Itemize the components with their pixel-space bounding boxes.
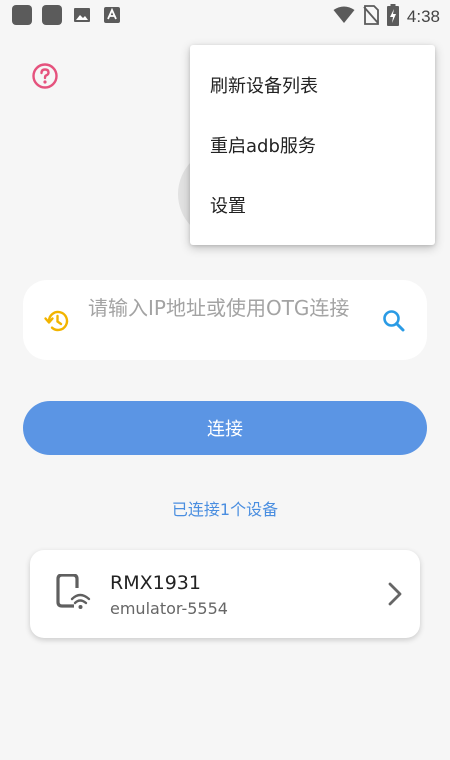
history-icon[interactable] (43, 307, 71, 335)
ip-address-input[interactable]: 请输入IP地址或使用OTG连接 (88, 296, 373, 321)
status-bar-notifications (12, 5, 122, 25)
device-serial: emulator-5554 (110, 599, 228, 618)
search-icon[interactable] (380, 307, 408, 335)
image-icon (72, 5, 92, 25)
chevron-right-icon[interactable] (386, 581, 404, 607)
menu-item-settings[interactable]: 设置 (190, 175, 435, 235)
help-icon[interactable] (31, 62, 59, 90)
overflow-menu: 刷新设备列表 重启adb服务 设置 (190, 45, 435, 245)
no-sim-icon (363, 5, 379, 29)
app-square-icon (42, 5, 62, 25)
device-card[interactable]: RMX1931 emulator-5554 (30, 550, 420, 638)
font-icon (102, 5, 122, 25)
ip-search-box[interactable]: 请输入IP地址或使用OTG连接 (23, 280, 427, 360)
device-name: RMX1931 (110, 572, 201, 594)
wifi-icon (333, 6, 355, 28)
status-bar-system: 4:38 (333, 4, 440, 30)
phone-wifi-icon (56, 573, 92, 614)
menu-item-refresh-devices[interactable]: 刷新设备列表 (190, 55, 435, 115)
app-square-icon (12, 5, 32, 25)
battery-charging-icon (386, 4, 399, 30)
clock: 4:38 (406, 7, 440, 26)
status-bar: 4:38 (0, 0, 450, 32)
connect-button[interactable]: 连接 (23, 401, 427, 455)
menu-item-restart-adb[interactable]: 重启adb服务 (190, 115, 435, 175)
connected-devices-count: 已连接1个设备 (171, 500, 279, 519)
